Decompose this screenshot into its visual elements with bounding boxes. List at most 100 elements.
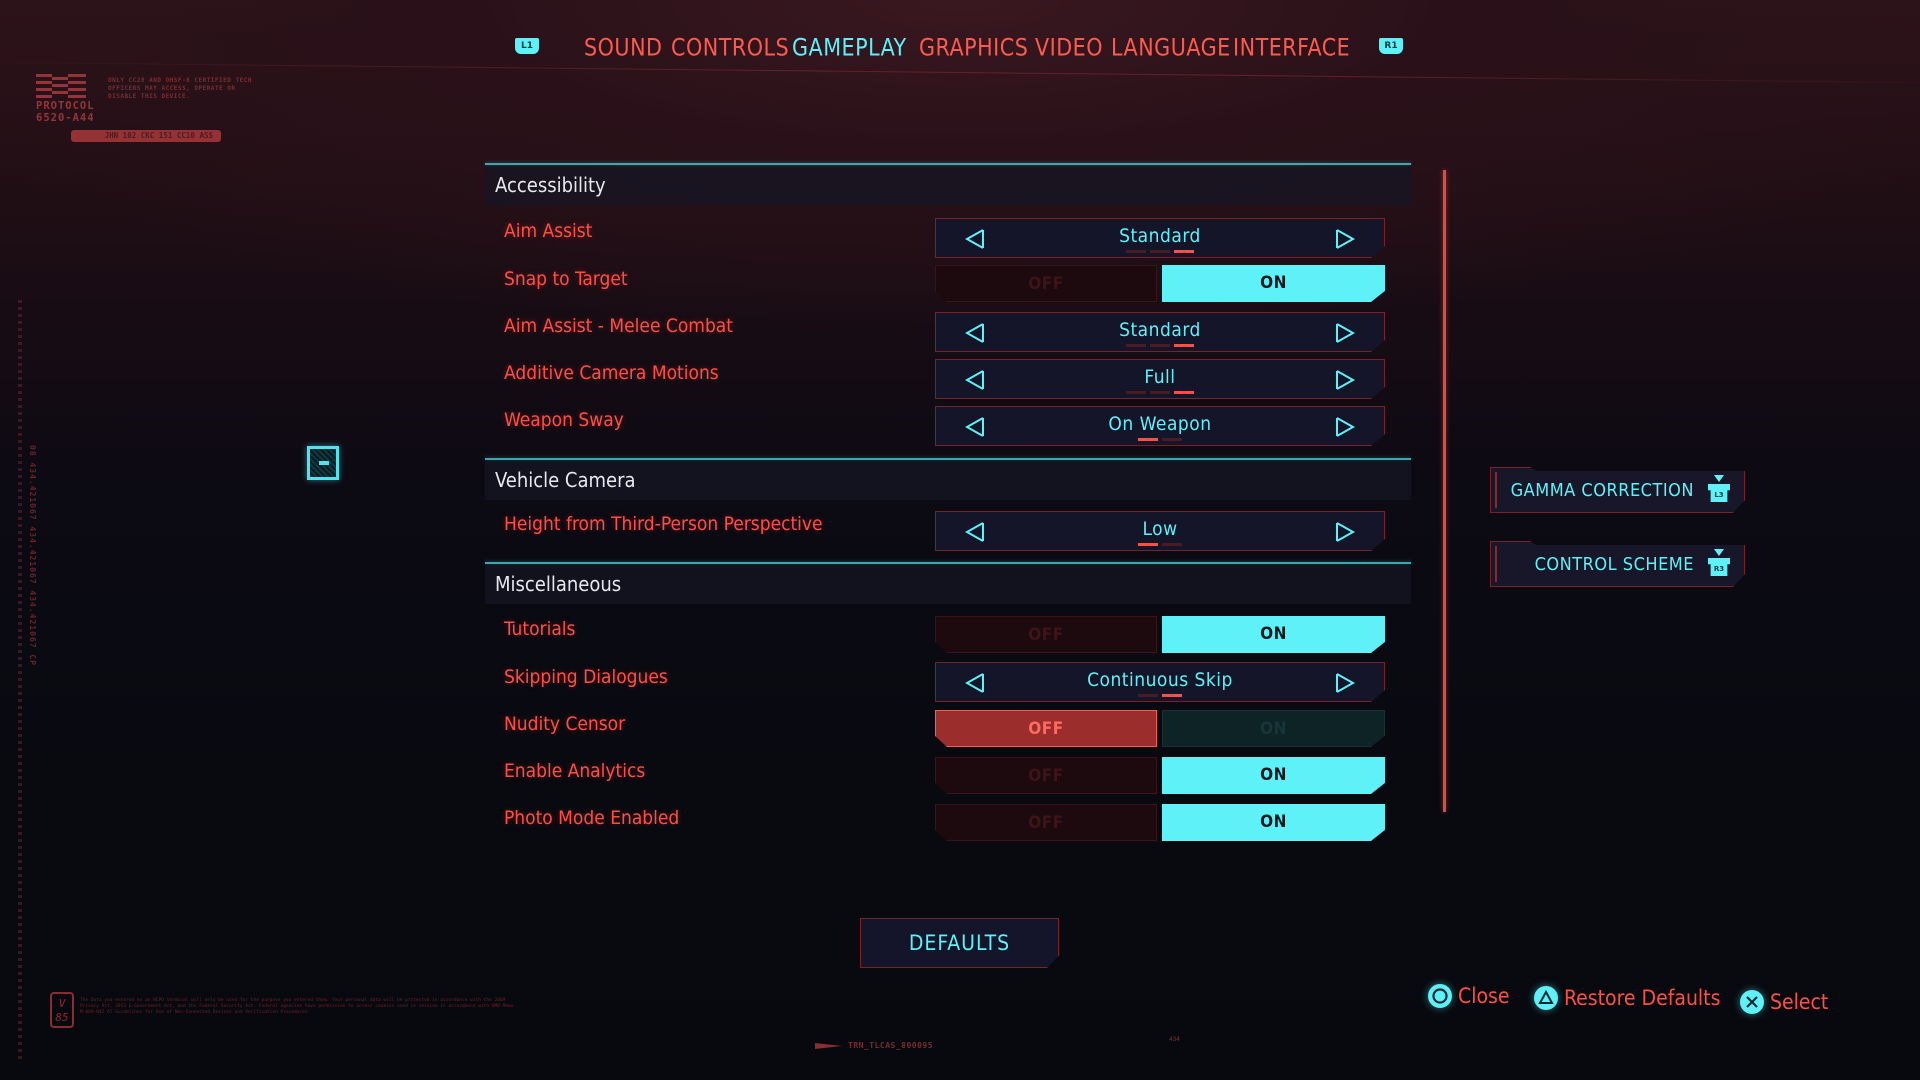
option-dot [1174,250,1194,253]
option-dot [1162,543,1182,546]
control-scheme-label: CONTROL SCHEME [1534,554,1694,575]
toggle-on-option[interactable]: ON [1162,616,1385,653]
section-divider [485,163,1411,165]
setting-label: Aim Assist - Melee Combat [504,315,733,337]
section-divider [485,562,1411,564]
protocol-tag: JHN 102 CKC 151 CC10 ASS [71,130,221,142]
arrow-right-icon[interactable] [1335,369,1355,391]
setting-label: Height from Third-Person Perspective [504,513,823,535]
protocol-title: PROTOCOL 6520-A44 [36,100,95,124]
settings-tab-bar: L1 SOUND CONTROLS GAMEPLAY GRAPHICS VIDE… [0,30,1920,66]
v85-badge: V 85 [50,992,74,1028]
option-dot [1150,250,1170,253]
arrow-right-icon[interactable] [1335,322,1355,344]
settings-scrollbar[interactable] [1443,170,1446,812]
option-dot [1138,694,1158,697]
l3-stick-icon: L3 [1708,475,1730,505]
option-indicator [936,543,1384,546]
tab-video[interactable]: VIDEO [1035,29,1103,67]
section-title: Miscellaneous [495,572,622,596]
setting-label: Snap to Target [504,268,628,290]
selector-value: Continuous Skip [1087,669,1233,691]
toggle-on-option[interactable]: ON [1162,265,1385,302]
setting-label: Tutorials [504,618,576,640]
option-dot [1174,391,1194,394]
select-label: Select [1770,990,1829,1014]
selector-aim-assist-melee[interactable]: Standard [935,312,1385,352]
r3-stick-icon: R3 [1708,549,1730,579]
setting-label: Nudity Censor [504,713,626,735]
toggle-snap-to-target: OFF ON [935,265,1385,305]
toggle-off-option[interactable]: OFF [935,710,1157,747]
selector-value: Low [1142,518,1178,540]
footer-code: TRN_TLCAS_800095 [848,1041,934,1050]
toggle-off-option[interactable]: OFF [935,265,1157,302]
left-dashed-rail [18,300,22,1060]
toggle-enable-analytics: OFF ON [935,757,1385,797]
tab-interface[interactable]: INTERFACE [1233,29,1350,67]
circle-button-icon [1428,984,1452,1008]
toggle-off-option[interactable]: OFF [935,804,1157,841]
select-hint[interactable]: Select [1740,986,1828,1018]
selector-weapon-sway[interactable]: On Weapon [935,406,1385,446]
section-divider [485,458,1411,460]
selector-aim-assist[interactable]: Standard [935,218,1385,258]
l1-bumper-icon[interactable]: L1 [515,38,539,54]
r1-bumper-icon[interactable]: R1 [1379,38,1403,54]
selector-value: Standard [1119,319,1201,341]
restore-defaults-hint[interactable]: Restore Defaults [1534,982,1720,1014]
option-dot [1162,694,1182,697]
tab-language[interactable]: LANGUAGE [1111,29,1231,67]
option-dot [1126,344,1146,347]
tab-controls[interactable]: CONTROLS [671,29,789,67]
option-indicator [936,694,1384,697]
side-vertical-text: 08 434.421067 434.421067 434.421067 CP [28,445,37,667]
restore-defaults-label: Restore Defaults [1564,986,1721,1010]
footer-arrow-icon [815,1043,842,1049]
selector-skipping-dialogues[interactable]: Continuous Skip [935,662,1385,702]
option-dot [1126,391,1146,394]
setting-label: Enable Analytics [504,760,646,782]
selector-additive-camera-motions[interactable]: Full [935,359,1385,399]
option-indicator [936,438,1384,441]
toggle-off-option[interactable]: OFF [935,616,1157,653]
arrow-right-icon[interactable] [1335,672,1355,694]
selector-value: Full [1144,366,1176,388]
section-header-miscellaneous: Miscellaneous [485,565,1411,604]
toggle-off-option[interactable]: OFF [935,757,1157,794]
minimize-panel-icon[interactable] [307,446,339,480]
triangle-button-icon [1534,986,1558,1010]
arrow-right-icon[interactable] [1335,228,1355,250]
toggle-on-option[interactable]: ON [1162,804,1385,841]
toggle-on-option[interactable]: ON [1162,757,1385,794]
arrow-right-icon[interactable] [1335,416,1355,438]
arrow-right-icon[interactable] [1335,521,1355,543]
tab-sound[interactable]: SOUND [584,29,663,67]
setting-label: Skipping Dialogues [504,666,668,688]
selector-value: On Weapon [1108,413,1212,435]
section-title: Vehicle Camera [495,468,636,492]
selector-third-person-height[interactable]: Low [935,511,1385,551]
toggle-tutorials: OFF ON [935,616,1385,656]
control-scheme-button[interactable]: CONTROL SCHEME R3 [1490,541,1745,587]
tab-graphics[interactable]: GRAPHICS [919,29,1028,67]
setting-label: Additive Camera Motions [504,362,719,384]
defaults-button[interactable]: DEFAULTS [860,918,1059,968]
option-dot [1138,543,1158,546]
toggle-on-option[interactable]: ON [1162,710,1385,747]
defaults-label: DEFAULTS [908,931,1011,955]
option-dot [1162,438,1182,441]
legal-fineprint: The Data you entered on an NCPD terminal… [80,998,514,1015]
option-dot [1138,438,1158,441]
setting-label: Aim Assist [504,220,593,242]
gamma-correction-label: GAMMA CORRECTION [1510,480,1694,501]
gamma-correction-button[interactable]: GAMMA CORRECTION L3 [1490,467,1745,513]
protocol-notice: ONLY CC28 AND OHSF-8 CERTIFIED TECH OFFI… [108,77,252,100]
section-title: Accessibility [495,173,606,197]
section-header-vehicle-camera: Vehicle Camera [485,461,1411,500]
setting-label: Weapon Sway [504,409,624,431]
tab-gameplay[interactable]: GAMEPLAY [792,29,907,67]
close-hint[interactable]: Close [1428,980,1509,1012]
option-dot [1150,344,1170,347]
close-label: Close [1458,984,1510,1008]
